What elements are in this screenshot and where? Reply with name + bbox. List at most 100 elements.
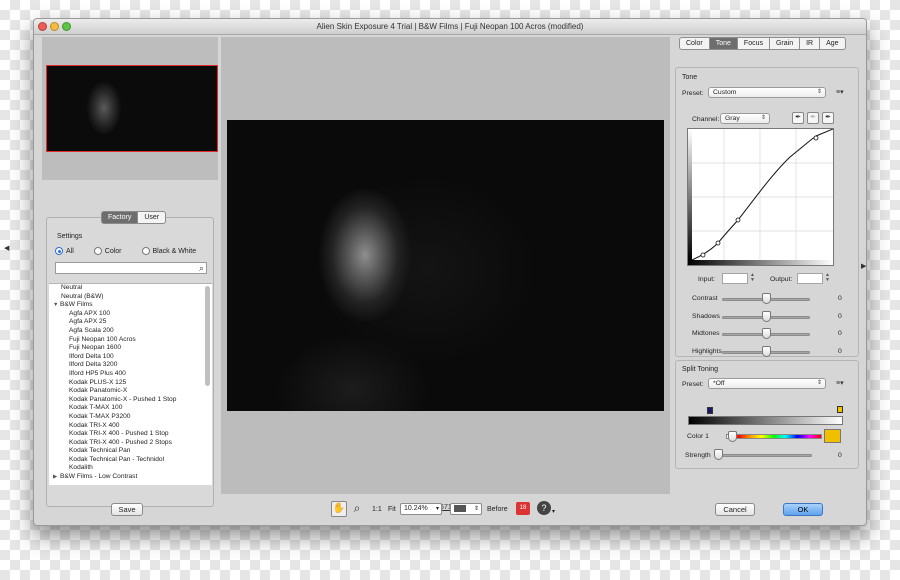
tone-preset-popup[interactable]: Custom ⇕ bbox=[708, 87, 826, 98]
preset-item[interactable]: Kodalith bbox=[49, 464, 212, 473]
preset-label: Fuji Neopan 1600 bbox=[69, 344, 122, 352]
disclosure-open-icon[interactable]: ▼ bbox=[53, 301, 60, 310]
preset-item[interactable]: Fuji Neopan 1600 bbox=[49, 344, 212, 353]
preset-item[interactable]: Kodak TRI-X 400 - Pushed 1 Stop bbox=[49, 430, 212, 439]
preset-group[interactable]: ▼ B&W Films bbox=[49, 301, 212, 310]
zoom-level-select[interactable]: 10.24% ▾ bbox=[400, 503, 442, 515]
preset-label: Ilford HP5 Plus 400 bbox=[69, 369, 126, 377]
white-point-eyedropper-icon[interactable]: ✒ bbox=[822, 112, 834, 124]
tone-curve-graph[interactable] bbox=[688, 128, 834, 265]
preset-item[interactable]: Kodak T-MAX 100 bbox=[49, 404, 212, 413]
preset-item[interactable]: Kodak Technical Pan bbox=[49, 447, 212, 456]
preset-item[interactable]: Agfa APX 25 bbox=[49, 318, 212, 327]
background-color-select[interactable]: ⇕ bbox=[450, 503, 482, 515]
tab-grain[interactable]: Grain bbox=[769, 37, 801, 50]
preset-label: Neutral (B&W) bbox=[61, 292, 104, 300]
disclosure-closed-icon[interactable]: ▶ bbox=[53, 473, 60, 482]
midtones-slider-knob[interactable] bbox=[762, 328, 771, 339]
tab-color[interactable]: Color bbox=[679, 37, 710, 50]
tab-user[interactable]: User bbox=[138, 211, 167, 224]
tab-factory[interactable]: Factory bbox=[101, 211, 139, 224]
filter-color-radio[interactable]: Color bbox=[93, 247, 122, 255]
chevron-updown-icon: ⇕ bbox=[760, 115, 766, 121]
input-stepper-icon[interactable]: ▲ ▼ bbox=[750, 273, 755, 283]
split-preset-popup[interactable]: *Off ⇕ bbox=[708, 378, 826, 389]
preset-item[interactable]: Kodak TRI-X 400 bbox=[49, 422, 212, 431]
preset-label: Kodak TRI-X 400 bbox=[69, 421, 120, 429]
highlights-slider-knob[interactable] bbox=[762, 345, 771, 357]
output-value-field[interactable] bbox=[797, 273, 823, 284]
preset-item[interactable]: Agfa Scala 200 bbox=[49, 327, 212, 336]
preset-group[interactable]: ▶ B&W Films - Low Contrast bbox=[49, 473, 212, 482]
curve-point[interactable] bbox=[735, 217, 741, 223]
zoom-fit-button[interactable]: Fit bbox=[388, 506, 396, 513]
preset-tree[interactable]: Neutral Neutral (B&W) ▼ B&W Films Agfa APX 1… bbox=[49, 283, 212, 485]
tab-age[interactable]: Age bbox=[820, 37, 846, 50]
split-toning-group: Split Toning Preset: *Off ⇕ ≡▾ Color 1 S… bbox=[675, 360, 859, 469]
curve-point[interactable] bbox=[700, 252, 706, 258]
tab-tone[interactable]: Tone bbox=[709, 37, 738, 50]
preset-item[interactable]: Kodak T-MAX P3200 bbox=[49, 413, 212, 422]
shadows-slider-knob[interactable] bbox=[762, 310, 771, 322]
chevron-updown-icon: ⇕ bbox=[816, 380, 822, 386]
navigator-thumbnail[interactable] bbox=[46, 65, 218, 152]
tab-focus[interactable]: Focus bbox=[737, 37, 770, 50]
strength-slider[interactable] bbox=[716, 454, 812, 457]
preset-scrollbar[interactable] bbox=[205, 286, 210, 386]
channel-popup[interactable]: Gray ⇕ bbox=[720, 113, 770, 124]
shadow-tone-marker[interactable] bbox=[707, 407, 713, 414]
cancel-button[interactable]: Cancel bbox=[715, 503, 755, 516]
input-value-field[interactable] bbox=[722, 273, 748, 284]
preset-item[interactable]: Ilford Delta 100 bbox=[49, 353, 212, 362]
preset-label: Fuji Neopan 100 Acros bbox=[69, 335, 136, 343]
radio-indicator[interactable] bbox=[93, 247, 102, 255]
black-point-eyedropper-icon[interactable]: ✒ bbox=[792, 112, 804, 124]
preset-item[interactable]: Kodak Panatomic-X bbox=[49, 387, 212, 396]
radio-indicator[interactable] bbox=[55, 247, 63, 255]
collapse-right-panel-icon[interactable]: ▶ bbox=[861, 262, 866, 270]
curve-point[interactable] bbox=[715, 240, 721, 246]
tone-section-label: Tone bbox=[682, 74, 698, 81]
strength-slider-knob[interactable] bbox=[714, 449, 723, 460]
preset-item[interactable]: Neutral bbox=[49, 284, 212, 293]
preset-item[interactable]: Ilford HP5 Plus 400 bbox=[49, 370, 212, 379]
menu-icon[interactable]: ≡▾ bbox=[836, 379, 844, 387]
save-button[interactable]: Save bbox=[111, 503, 143, 516]
hue-slider-knob[interactable] bbox=[728, 431, 737, 442]
preset-item[interactable]: Kodak Technical Pan - Technidol bbox=[49, 456, 212, 465]
before-label[interactable]: Before bbox=[487, 506, 508, 513]
preset-item[interactable]: Agfa APX 100 bbox=[49, 310, 212, 319]
preset-item[interactable]: Neutral (B&W) bbox=[49, 293, 212, 302]
ok-button[interactable]: OK bbox=[783, 503, 823, 516]
preset-item[interactable]: Kodak TRI-X 400 - Pushed 2 Stops bbox=[49, 439, 212, 448]
preset-search-input[interactable]: ⌕ bbox=[55, 262, 207, 274]
curve-point[interactable] bbox=[813, 135, 819, 141]
tone-curve-editor[interactable] bbox=[687, 128, 834, 266]
preview-image[interactable] bbox=[227, 120, 664, 411]
chevron-down-icon[interactable]: ▾ bbox=[552, 508, 555, 515]
split-tone-gradient[interactable] bbox=[688, 416, 843, 425]
navigator-panel bbox=[42, 37, 218, 180]
filter-all-radio[interactable]: All bbox=[55, 247, 74, 255]
zoom-tool-icon[interactable]: ⌕ bbox=[350, 501, 364, 516]
zoom-1to1-button[interactable]: 1:1 bbox=[372, 506, 382, 513]
preset-item[interactable]: Kodak PLUS-X 125 bbox=[49, 379, 212, 388]
preset-item[interactable]: Fuji Neopan 100 Acros bbox=[49, 336, 212, 345]
collapse-left-panel-icon[interactable]: ◀ bbox=[4, 244, 9, 252]
gray-point-eyedropper-icon[interactable]: ✒ bbox=[807, 112, 819, 124]
contrast-slider-knob[interactable] bbox=[762, 293, 771, 304]
radio-indicator[interactable] bbox=[141, 247, 150, 255]
preset-item[interactable]: Kodak Panatomic-X - Pushed 1 Stop bbox=[49, 396, 212, 405]
output-stepper-icon[interactable]: ▲ ▼ bbox=[825, 273, 830, 283]
filter-bw-radio[interactable]: Black & White bbox=[141, 247, 196, 255]
hue-slider[interactable] bbox=[726, 434, 822, 439]
help-icon[interactable]: ? bbox=[537, 501, 551, 515]
hand-tool-icon[interactable]: ✋ bbox=[331, 501, 347, 517]
color-1-swatch[interactable] bbox=[824, 429, 841, 443]
menu-icon[interactable]: ≡▾ bbox=[836, 88, 844, 96]
preset-item[interactable]: Ilford Delta 3200 bbox=[49, 361, 212, 370]
highlight-tone-marker[interactable] bbox=[837, 406, 843, 413]
calendar-icon[interactable]: 18 bbox=[516, 502, 530, 515]
tab-ir[interactable]: IR bbox=[800, 37, 821, 50]
filter-color-label: Color bbox=[104, 247, 122, 255]
